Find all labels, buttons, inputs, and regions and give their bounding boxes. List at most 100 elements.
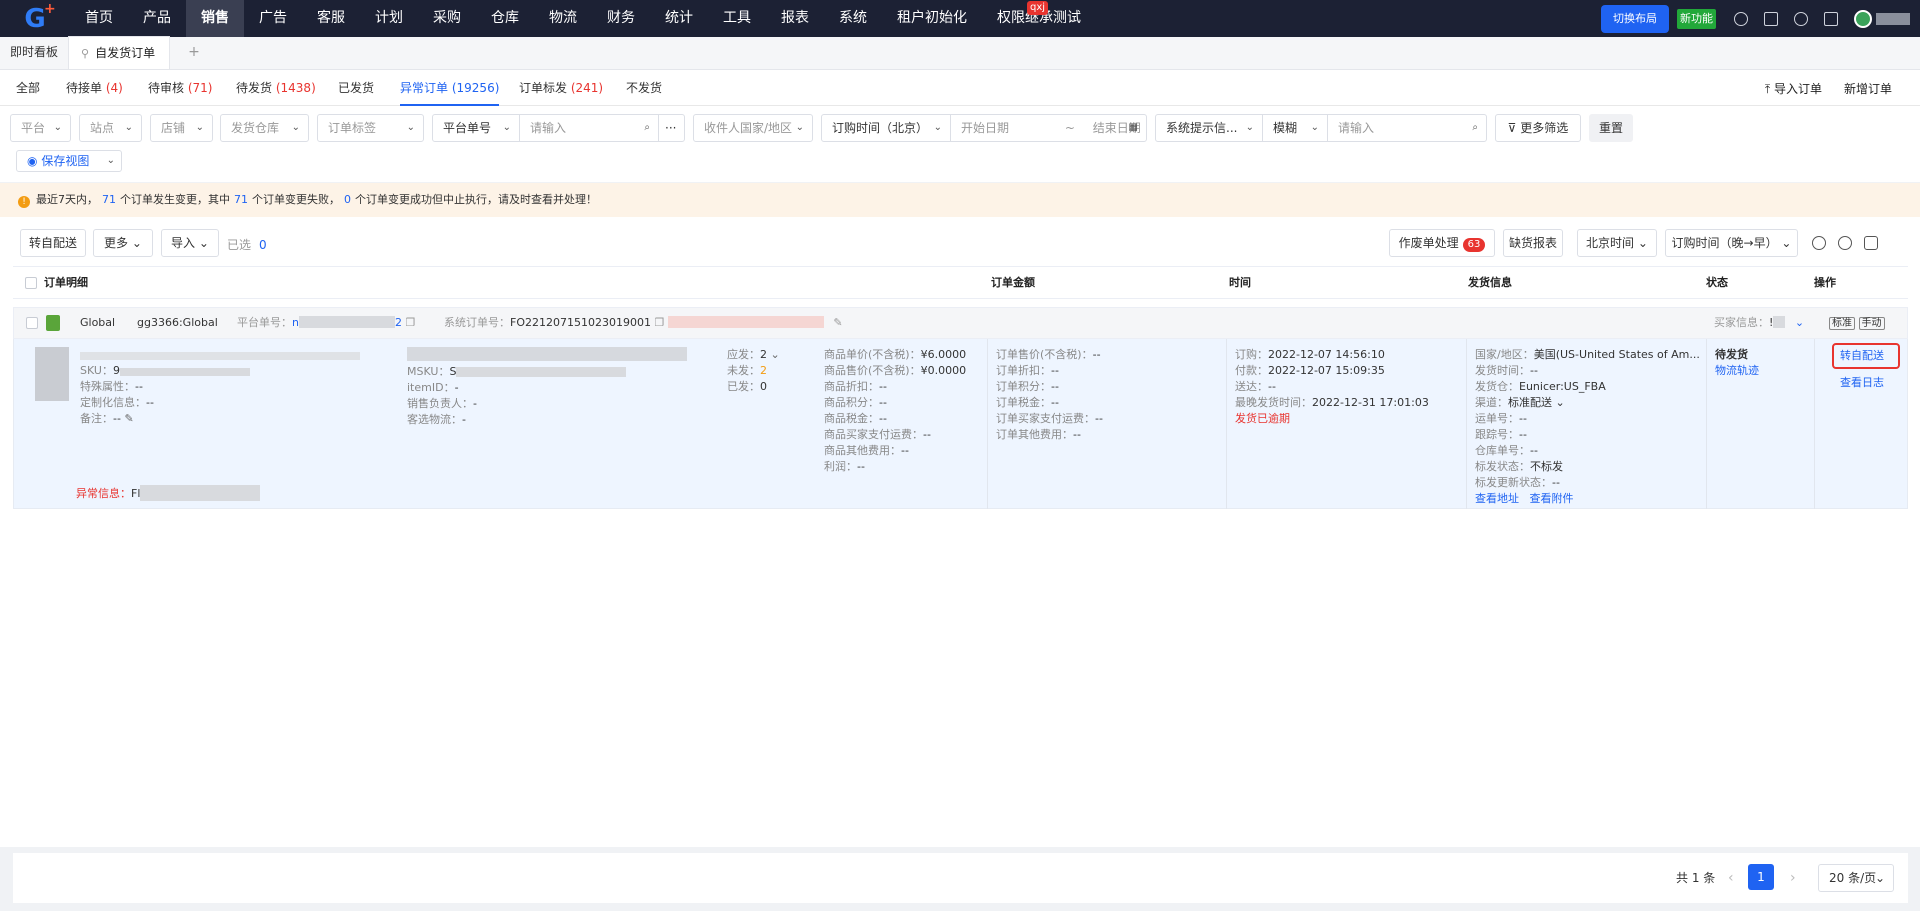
- order-no-input[interactable]: 请输入 ⌕: [519, 114, 659, 142]
- nav-badge: qxj: [1027, 1, 1049, 15]
- selected-count: 已选 0: [227, 238, 267, 252]
- import-dropdown-button[interactable]: 导入 ⌄: [161, 229, 219, 257]
- status-tab-no-ship[interactable]: 不发货: [626, 70, 662, 106]
- nav-item-tools[interactable]: 工具: [708, 0, 766, 37]
- nav-item-ads[interactable]: 广告: [244, 0, 302, 37]
- nav-item-permission-test[interactable]: qxj 权限继承测试: [982, 0, 1096, 37]
- chevron-down-icon: ⌄: [53, 122, 62, 133]
- next-page-button[interactable]: ›: [1790, 853, 1796, 903]
- col-divider: [1466, 339, 1467, 509]
- chevron-down-icon[interactable]: ⌄: [1556, 396, 1565, 409]
- status-tab-pending-review[interactable]: 待审核 (71): [148, 70, 212, 106]
- add-tab-button[interactable]: +: [170, 36, 218, 69]
- more-actions-button[interactable]: 更多 ⌄: [93, 229, 153, 257]
- prev-page-button[interactable]: ‹: [1728, 853, 1734, 903]
- view-address-link[interactable]: 查看地址: [1475, 492, 1519, 505]
- nav-item-product[interactable]: 产品: [128, 0, 186, 37]
- settings-icon[interactable]: [1812, 236, 1826, 250]
- reset-button[interactable]: 重置: [1589, 114, 1633, 142]
- nav-item-purchase[interactable]: 采购: [418, 0, 476, 37]
- channel-select[interactable]: 标准配送: [1508, 396, 1552, 409]
- page-tabbar: 即时看板 ⚲ 自发货订单 +: [0, 36, 1920, 70]
- save-view-button[interactable]: ◉ 保存视图 ⌄: [16, 150, 122, 172]
- search-icon[interactable]: ⌕: [1472, 115, 1478, 141]
- logistics-track-link[interactable]: 物流轨迹: [1715, 363, 1759, 379]
- search-icon[interactable]: ⌕: [644, 115, 650, 141]
- op-to-self-delivery-link[interactable]: 转自配送: [1840, 348, 1884, 364]
- fullscreen-icon[interactable]: [1824, 11, 1838, 26]
- status-tab-shipped[interactable]: 已发货: [338, 70, 374, 106]
- shortage-report-button[interactable]: 缺货报表: [1503, 229, 1563, 257]
- new-feature-button[interactable]: 新功能: [1677, 8, 1716, 29]
- match-mode-select[interactable]: 模糊 ⌄: [1262, 114, 1328, 142]
- switch-layout-button[interactable]: 切换布局: [1601, 4, 1669, 33]
- site-select[interactable]: 站点 ⌄: [79, 114, 142, 142]
- columns-icon[interactable]: [1864, 236, 1878, 250]
- to-self-delivery-button[interactable]: 转自配送: [20, 229, 86, 257]
- user-name-redacted[interactable]: [1876, 12, 1910, 25]
- operations: 转自配送 查看日志: [1840, 348, 1884, 391]
- warehouse-select[interactable]: 发货仓库 ⌄: [220, 114, 309, 142]
- col-order-amount: 订单金额: [991, 276, 1035, 289]
- page-size-select[interactable]: 20 条/页 ⌄: [1818, 864, 1894, 892]
- status-tab-order-mark[interactable]: 订单标发 (241): [519, 70, 603, 106]
- void-order-process-button[interactable]: 作废单处理 63: [1389, 229, 1495, 257]
- pin-icon[interactable]: ⚲: [81, 47, 89, 60]
- nav-item-logistics[interactable]: 物流: [534, 0, 592, 37]
- store-select[interactable]: 店铺 ⌄: [150, 114, 213, 142]
- timezone-select[interactable]: 北京时间 ⌄: [1577, 229, 1657, 257]
- copy-icon[interactable]: ❐: [405, 316, 415, 329]
- select-all-checkbox[interactable]: [25, 277, 37, 289]
- nav-item-tenant-init[interactable]: 租户初始化: [882, 0, 982, 37]
- pagination: 共 1 条 ‹ 1 › 20 条/页 ⌄: [13, 853, 1908, 903]
- task-icon[interactable]: [1764, 11, 1778, 26]
- order-no-type-select[interactable]: 平台单号 ⌄: [432, 114, 520, 142]
- sort-select[interactable]: 订购时间（晚→早） ⌄: [1665, 229, 1798, 257]
- chevron-down-icon: ⌄: [1310, 122, 1319, 133]
- system-hint-select[interactable]: 系统提示信... ⌄: [1155, 114, 1263, 142]
- nav-item-home[interactable]: 首页: [70, 0, 128, 37]
- copy-icon[interactable]: ❐: [654, 316, 664, 329]
- refresh-icon[interactable]: [1838, 236, 1852, 250]
- nav-item-reports[interactable]: 报表: [766, 0, 824, 37]
- edit-icon[interactable]: ✎: [833, 316, 842, 329]
- new-order-button[interactable]: 新增订单: [1844, 80, 1892, 97]
- tab-self-ship-orders[interactable]: ⚲ 自发货订单: [68, 36, 171, 69]
- more-filters-button[interactable]: ⊽ 更多筛选: [1495, 114, 1581, 142]
- hint-search-input[interactable]: 请输入 ⌕: [1327, 114, 1487, 142]
- avatar[interactable]: [1854, 9, 1872, 28]
- help-icon[interactable]: [1734, 11, 1748, 26]
- tab-dashboard[interactable]: 即时看板: [0, 36, 68, 69]
- more-options-button[interactable]: ···: [658, 114, 685, 142]
- platform-select[interactable]: 平台 ⌄: [10, 114, 71, 142]
- edit-note-icon[interactable]: ✎: [124, 412, 133, 425]
- nav-item-stats[interactable]: 统计: [650, 0, 708, 37]
- warning-icon: !: [18, 196, 30, 208]
- nav-item-plan[interactable]: 计划: [360, 0, 418, 37]
- nav-item-finance[interactable]: 财务: [592, 0, 650, 37]
- country-select[interactable]: 收件人国家/地区 ⌄: [693, 114, 813, 142]
- page-1-button[interactable]: 1: [1748, 864, 1774, 890]
- status-tab-pending-accept[interactable]: 待接单 (4): [66, 70, 123, 106]
- start-date[interactable]: 开始日期: [961, 121, 1009, 135]
- op-view-log-link[interactable]: 查看日志: [1840, 375, 1884, 391]
- nav-item-service[interactable]: 客服: [302, 0, 360, 37]
- bell-icon[interactable]: [1794, 11, 1808, 26]
- order-row: SKU：9 特殊属性：-- 定制化信息：-- 备注：-- ✎ MSKU：S it…: [13, 339, 1908, 509]
- nav-item-sales[interactable]: 销售: [186, 0, 244, 37]
- view-attachment-link[interactable]: 查看附件: [1530, 492, 1574, 505]
- nav-item-system[interactable]: 系统: [824, 0, 882, 37]
- chevron-down-icon[interactable]: ⌄: [771, 348, 780, 361]
- app-logo[interactable]: G +: [0, 0, 70, 37]
- order-checkbox[interactable]: [26, 317, 38, 329]
- chevron-down-icon[interactable]: ⌄: [1795, 316, 1804, 329]
- status-tab-pending-ship[interactable]: 待发货 (1438): [236, 70, 316, 106]
- product-thumbnail[interactable]: [35, 347, 69, 401]
- time-type-select[interactable]: 订购时间（北京） ⌄: [821, 114, 951, 142]
- order-tag-select[interactable]: 订单标签 ⌄: [317, 114, 424, 142]
- import-orders-button[interactable]: ⤒ 导入订单: [1765, 80, 1822, 97]
- status-tab-exception[interactable]: 异常订单 (19256): [400, 70, 500, 106]
- date-range-picker[interactable]: 开始日期 ~ 结束日期 ▦: [950, 114, 1147, 142]
- nav-item-warehouse[interactable]: 仓库: [476, 0, 534, 37]
- status-tab-all[interactable]: 全部: [16, 70, 40, 106]
